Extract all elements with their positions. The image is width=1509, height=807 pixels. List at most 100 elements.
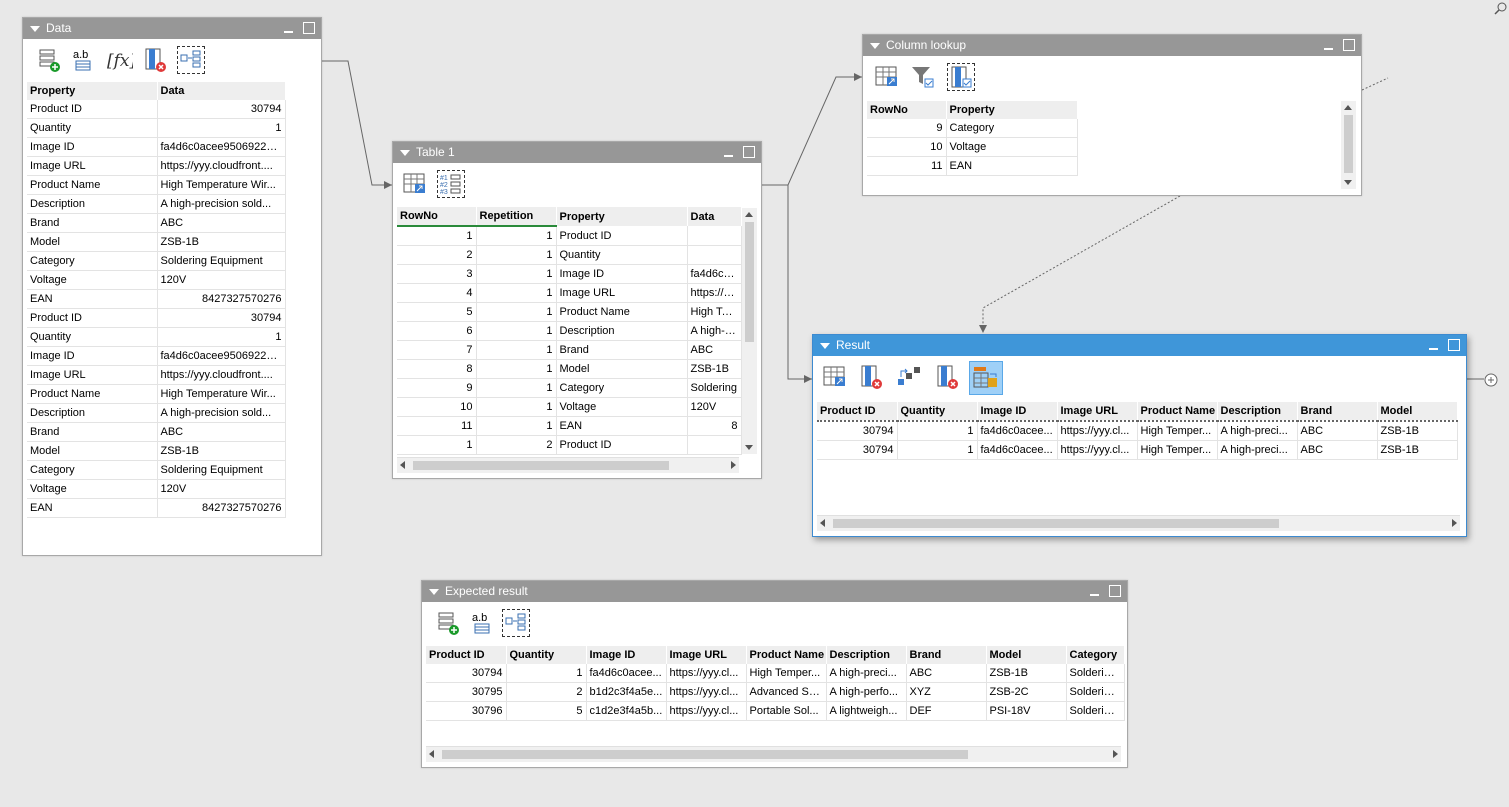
table-row[interactable]: Quantity 1 [27, 327, 286, 347]
column-header[interactable]: Brand [906, 646, 987, 664]
table-cell[interactable]: Category [27, 251, 158, 271]
scroll-up-icon[interactable] [1344, 105, 1352, 110]
table-cell[interactable]: ABC [906, 664, 987, 683]
table-cell[interactable]: Quantity [556, 245, 688, 265]
table-cell[interactable]: b1d2c3f4a5e... [586, 682, 667, 702]
collapse-icon[interactable] [820, 343, 830, 349]
table-cell[interactable]: Model [556, 359, 688, 379]
column-lookup-panel[interactable]: Column lookup RowNo Property 9 Category 10… [862, 34, 1362, 196]
table-cell[interactable]: 8 [687, 416, 742, 436]
horizontal-scrollbar[interactable] [397, 457, 739, 473]
table-cell[interactable]: Image URL [27, 365, 158, 385]
column-header[interactable]: Category [1066, 646, 1125, 664]
table-cell[interactable]: 120V [687, 397, 742, 417]
table-cell[interactable]: 1 [476, 397, 557, 417]
select-column-icon[interactable] [947, 63, 975, 91]
table-cell[interactable]: A high-preci... [1217, 440, 1298, 460]
table-cell[interactable]: https://yyy.cl... [666, 701, 747, 721]
table-cell[interactable]: ABC [1297, 440, 1378, 460]
column-header[interactable]: Image URL [1057, 402, 1138, 421]
table-cell[interactable]: ZSB-2C [986, 682, 1067, 702]
table-cell[interactable]: Description [27, 194, 158, 214]
formula-icon[interactable]: [fx] [105, 46, 137, 74]
delete-column-icon[interactable] [933, 363, 961, 391]
table-cell[interactable]: https://yyy.cl... [1057, 440, 1138, 460]
table-cell[interactable]: XYZ [906, 682, 987, 702]
table-cell[interactable]: fa4d6c0ac [687, 264, 742, 284]
table-row[interactable]: Voltage 120V [27, 479, 286, 499]
table-row[interactable]: 9 Category [867, 119, 1078, 138]
table-cell[interactable]: Product ID [27, 100, 158, 119]
column-header[interactable]: Product ID [817, 402, 898, 421]
table-row[interactable]: 30794 1 fa4d6c0acee... https://yyy.cl... Hig… [817, 440, 1458, 460]
column-header[interactable]: Description [1217, 402, 1298, 421]
table-row[interactable]: Category Soldering Equipment [27, 251, 286, 271]
column-header[interactable]: Property [556, 207, 688, 226]
minimize-icon[interactable] [284, 31, 293, 33]
column-header[interactable]: Product Name [746, 646, 827, 664]
collapse-icon[interactable] [400, 150, 410, 156]
column-header[interactable]: Description [826, 646, 907, 664]
table-cell[interactable]: Soldering [687, 378, 742, 398]
table-cell[interactable]: 1 [897, 421, 978, 441]
table-cell[interactable]: fa4d6c0acee... [586, 664, 667, 683]
data-panel[interactable]: Data a.b [fx] Property Data Product ID30… [22, 17, 322, 556]
table-cell[interactable]: 10 [867, 137, 947, 157]
lookup-panel-titlebar[interactable]: Column lookup [863, 35, 1361, 56]
table-cell[interactable]: High Temper... [1137, 440, 1218, 460]
vertical-scrollbar[interactable] [742, 208, 757, 454]
table-cell[interactable]: Soldering T [1066, 701, 1125, 721]
column-header[interactable]: Product Name [1137, 402, 1218, 421]
table-cell[interactable]: ABC [157, 213, 286, 233]
table-cell[interactable]: 8 [397, 359, 477, 379]
table-row[interactable]: 30794 1 fa4d6c0acee... https://yyy.cl... Hig… [426, 664, 1125, 683]
table-cell[interactable]: DEF [906, 701, 987, 721]
table-cell[interactable]: A high-precision sold... [157, 194, 286, 214]
pivot-icon[interactable] [895, 363, 923, 391]
unpivot-icon[interactable] [969, 361, 1003, 395]
table-cell[interactable]: 120V [157, 270, 286, 290]
table-cell[interactable]: High Temperature Wir... [157, 384, 286, 404]
table-cell[interactable]: Image ID [556, 264, 688, 284]
collapse-icon[interactable] [429, 589, 439, 595]
filter-icon[interactable] [909, 63, 937, 91]
table-cell[interactable]: High Temperature Wir... [157, 175, 286, 195]
table-cell[interactable]: 1 [397, 435, 477, 455]
table-row[interactable]: Image URL https://yyy.cloudfront.... [27, 365, 286, 385]
column-header[interactable]: Property [27, 82, 158, 100]
table-cell[interactable]: Voltage [27, 270, 158, 290]
table-row[interactable]: 1 1 Product ID [397, 226, 742, 246]
table-cell[interactable]: Category [27, 460, 158, 480]
table-cell[interactable]: Product ID [27, 308, 158, 328]
scroll-left-icon[interactable] [820, 519, 825, 527]
table-row[interactable]: Quantity 1 [27, 118, 286, 138]
table-cell[interactable]: 8427327570276 [157, 289, 286, 309]
table-cell[interactable]: 1 [157, 118, 286, 138]
scroll-thumb[interactable] [745, 222, 754, 342]
table-cell[interactable]: Voltage [556, 397, 688, 417]
table-cell[interactable]: A high-pre [687, 321, 742, 341]
table-cell[interactable]: Model [27, 441, 158, 461]
table-row[interactable]: 3 1 Image ID fa4d6c0ac [397, 264, 742, 284]
table-cell[interactable]: Soldering I [1066, 682, 1125, 702]
column-header[interactable]: RowNo [867, 101, 947, 119]
table-row[interactable]: Product ID 30794 [27, 100, 286, 119]
column-header[interactable]: Repetition [476, 207, 557, 227]
collapse-icon[interactable] [30, 26, 40, 32]
table1-panel-titlebar[interactable]: Table 1 [393, 142, 761, 163]
table-row[interactable]: 30794 1 fa4d6c0acee... https://yyy.cl... Hig… [817, 421, 1458, 441]
scroll-left-icon[interactable] [429, 750, 434, 758]
maximize-icon[interactable] [1343, 39, 1355, 51]
table-cell[interactable]: 30794 [157, 100, 286, 119]
table-cell[interactable]: ZSB-1B [1377, 440, 1458, 460]
table-cell[interactable]: https://yyy.cloudfront.... [157, 365, 286, 385]
table-cell[interactable] [687, 226, 742, 246]
column-header[interactable]: Property [946, 101, 1078, 119]
table-row[interactable]: 11 EAN [867, 156, 1078, 176]
table-cell[interactable]: 9 [867, 119, 947, 138]
maximize-icon[interactable] [743, 146, 755, 158]
maximize-icon[interactable] [1109, 585, 1121, 597]
table-cell[interactable]: PSI-18V [986, 701, 1067, 721]
minimize-icon[interactable] [1324, 48, 1333, 50]
table-cell[interactable]: 5 [397, 302, 477, 322]
